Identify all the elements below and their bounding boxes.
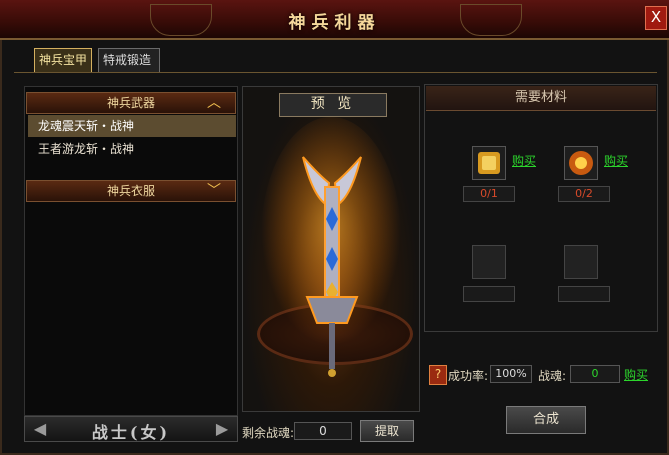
buy-link[interactable]: 购买 [512, 152, 536, 169]
materials-title: 需要材料 [426, 86, 656, 111]
orb-icon[interactable] [564, 146, 598, 180]
list-item[interactable]: 王者游龙斩・战神 [28, 138, 236, 160]
success-rate-label: 成功率: [448, 369, 489, 383]
tab-divine-armor[interactable]: 神兵宝甲 [34, 48, 92, 72]
class-label: 战士(女) [91, 423, 171, 442]
buy-link[interactable]: 购买 [604, 152, 628, 169]
scroll-icon-art [478, 152, 500, 174]
category-label: 神兵武器 [106, 96, 155, 110]
preview-panel: 预 览 [242, 86, 420, 412]
remaining-soul-value: 0 [294, 422, 352, 440]
window-title: 神兵利器 [288, 13, 381, 33]
material-count [463, 286, 515, 302]
class-selector: ◀ 战士(女) ▶ [24, 416, 238, 442]
orb-icon-art [569, 151, 593, 175]
empty-material-slot[interactable] [472, 245, 506, 279]
extract-button[interactable]: 提取 [360, 420, 414, 442]
buy-soul-link[interactable]: 购买 [624, 366, 648, 383]
empty-material-slot[interactable] [564, 245, 598, 279]
material-count: 0/1 [463, 186, 515, 202]
soul-value: 0 [570, 365, 620, 383]
category-label: 神兵衣服 [106, 184, 155, 198]
soul-label: 战魂: [538, 369, 567, 383]
help-question-icon[interactable]: ? [429, 365, 447, 385]
scroll-icon[interactable] [472, 146, 506, 180]
material-count [558, 286, 610, 302]
list-item[interactable]: 龙魂震天斩・战神 [28, 115, 236, 137]
chevron-up-icon: ︿ [207, 95, 221, 111]
materials-panel [424, 84, 658, 332]
compose-button[interactable]: 合成 [506, 406, 586, 434]
category-clothes-header[interactable]: 神兵衣服 ﹀ [26, 180, 236, 202]
category-weapons-header[interactable]: 神兵武器 ︿ [26, 92, 236, 114]
material-count: 0/2 [558, 186, 610, 202]
sword-image [261, 117, 401, 377]
next-class-arrow-icon[interactable]: ▶ [211, 420, 233, 438]
chevron-down-icon: ﹀ [207, 183, 221, 199]
tab-ring-forging[interactable]: 特戒锻造 [98, 48, 160, 72]
close-button[interactable]: X [645, 6, 667, 30]
success-rate-value: 100% [490, 365, 532, 383]
remaining-soul-label: 剩余战魂: [242, 426, 295, 440]
